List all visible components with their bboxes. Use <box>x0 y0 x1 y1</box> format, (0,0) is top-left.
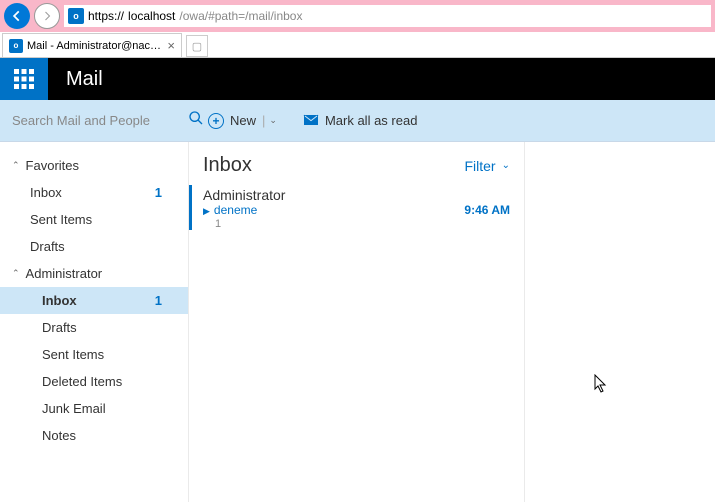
plus-icon: + <box>208 113 224 129</box>
chevron-down-icon[interactable]: ⌄ <box>269 115 277 126</box>
search-input[interactable] <box>12 113 188 128</box>
tab-bar: o Mail - Administrator@naca... × ▢ <box>0 32 715 58</box>
folder-label: Deleted Items <box>42 374 122 389</box>
folder-label: Junk Email <box>42 401 106 416</box>
new-label: New <box>230 113 256 128</box>
back-button[interactable] <box>4 3 30 29</box>
filter-button[interactable]: Filter ⌄ <box>464 158 510 174</box>
expand-icon[interactable]: ▶ <box>203 206 210 216</box>
main-content: ⌃ Favorites Inbox 1 Sent Items Drafts ⌃ Adm… <box>0 142 715 502</box>
list-header: Inbox Filter ⌄ <box>203 154 510 177</box>
folder-label: Inbox <box>42 293 77 308</box>
chevron-up-icon: ⌃ <box>12 160 20 171</box>
mark-all-label: Mark all as read <box>325 113 417 128</box>
sidebar-item-drafts[interactable]: Drafts <box>0 314 188 341</box>
toolbar: + New | ⌄ Mark all as read <box>0 100 715 142</box>
sidebar-item-drafts[interactable]: Drafts <box>0 233 188 260</box>
app-title: Mail <box>48 68 103 91</box>
outlook-favicon: o <box>68 8 84 24</box>
url-path: /owa/#path=/mail/inbox <box>179 9 302 23</box>
folder-label: Sent Items <box>30 212 92 227</box>
mark-all-read-button[interactable]: Mark all as read <box>303 113 417 129</box>
new-tab-button[interactable]: ▢ <box>186 35 208 57</box>
message-list-pane: Inbox Filter ⌄ Administrator ▶ deneme 9:46 … <box>189 142 525 502</box>
browser-tab[interactable]: o Mail - Administrator@naca... × <box>2 33 182 57</box>
sidebar-item-deleted-items[interactable]: Deleted Items <box>0 368 188 395</box>
waffle-icon <box>14 69 34 89</box>
address-bar[interactable]: o https:// localhost/owa/#path=/mail/inbo… <box>64 5 711 27</box>
outlook-favicon: o <box>9 39 23 53</box>
favorites-section[interactable]: ⌃ Favorites <box>0 152 188 179</box>
reading-pane <box>525 142 715 502</box>
close-tab-icon[interactable]: × <box>167 38 175 53</box>
folder-label: Sent Items <box>42 347 104 362</box>
account-section[interactable]: ⌃ Administrator <box>0 260 188 287</box>
folder-label: Drafts <box>30 239 65 254</box>
message-preview: 1 <box>203 218 510 230</box>
app-launcher-button[interactable] <box>0 58 48 100</box>
sidebar-item-inbox[interactable]: Inbox 1 <box>0 287 188 314</box>
message-subject: deneme <box>214 203 257 217</box>
url-host: localhost <box>128 9 175 23</box>
message-from: Administrator <box>203 187 510 203</box>
browser-nav-bar: o https:// localhost/owa/#path=/mail/inbo… <box>0 0 715 32</box>
divider: | <box>262 113 265 128</box>
sidebar-item-sent-items[interactable]: Sent Items <box>0 341 188 368</box>
folder-label: Drafts <box>42 320 77 335</box>
folder-title: Inbox <box>203 154 252 177</box>
folder-sidebar: ⌃ Favorites Inbox 1 Sent Items Drafts ⌃ Adm… <box>0 142 189 502</box>
search-box <box>0 100 189 142</box>
message-time: 9:46 AM <box>464 203 510 217</box>
chevron-up-icon: ⌃ <box>12 268 20 279</box>
filter-label: Filter <box>464 158 495 174</box>
sidebar-item-junk-email[interactable]: Junk Email <box>0 395 188 422</box>
sidebar-item-sent-items[interactable]: Sent Items <box>0 206 188 233</box>
account-label: Administrator <box>26 266 103 281</box>
app-header: Mail <box>0 58 715 100</box>
message-item[interactable]: Administrator ▶ deneme 9:46 AM1 <box>189 185 510 230</box>
favorites-label: Favorites <box>26 158 79 173</box>
cursor-icon <box>594 374 608 399</box>
folder-label: Inbox <box>30 185 62 200</box>
sidebar-item-inbox[interactable]: Inbox 1 <box>0 179 188 206</box>
chevron-down-icon: ⌄ <box>502 160 510 171</box>
new-button[interactable]: + New | ⌄ <box>208 113 277 129</box>
forward-button[interactable] <box>34 3 60 29</box>
url-scheme: https:// <box>88 9 124 23</box>
tab-title: Mail - Administrator@naca... <box>27 40 163 52</box>
toolbar-actions: + New | ⌄ Mark all as read <box>190 113 417 129</box>
folder-label: Notes <box>42 428 76 443</box>
envelope-icon <box>303 113 319 129</box>
unread-count: 1 <box>155 185 162 200</box>
unread-count: 1 <box>155 293 162 308</box>
sidebar-item-notes[interactable]: Notes <box>0 422 188 449</box>
